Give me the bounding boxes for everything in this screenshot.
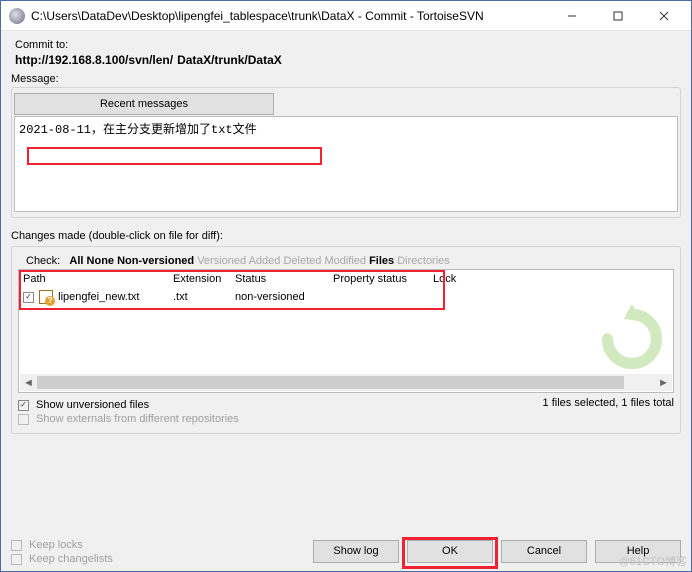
commit-url-prefix: http://192.168.8.100/svn/len/ bbox=[15, 53, 173, 67]
commit-message-input[interactable] bbox=[14, 116, 678, 212]
col-property-status[interactable]: Property status bbox=[329, 273, 429, 285]
titlebar: C:\Users\DataDev\Desktop\lipengfei_table… bbox=[1, 1, 691, 31]
message-label: Message: bbox=[11, 73, 681, 85]
check-filter-row: Check: All None Non-versioned Versioned … bbox=[26, 255, 672, 267]
checkbox-icon bbox=[18, 400, 29, 411]
show-externals-check: Show externals from different repositori… bbox=[18, 413, 239, 425]
file-list-header: Path Extension Status Property status Lo… bbox=[19, 270, 673, 288]
commit-url-suffix: DataX/trunk/DataX bbox=[177, 53, 282, 67]
recent-messages-button[interactable]: Recent messages bbox=[14, 93, 274, 115]
horizontal-scrollbar[interactable]: ◄ ► bbox=[20, 374, 672, 391]
filter-none[interactable]: None bbox=[87, 255, 115, 267]
col-lock[interactable]: Lock bbox=[429, 273, 479, 285]
scroll-right-icon[interactable]: ► bbox=[655, 374, 672, 391]
file-name: lipengfei_new.txt bbox=[58, 291, 139, 303]
check-label: Check: bbox=[26, 255, 60, 267]
footer: Keep locks Keep changelists Show log OK … bbox=[11, 537, 681, 565]
file-ext: .txt bbox=[169, 291, 231, 303]
selection-status: 1 files selected, 1 files total bbox=[543, 397, 674, 409]
cancel-button[interactable]: Cancel bbox=[501, 540, 587, 563]
help-button[interactable]: Help bbox=[595, 540, 681, 563]
keep-changelists-check[interactable]: Keep changelists bbox=[11, 553, 305, 565]
client-area: Commit to: http://192.168.8.100/svn/len/… bbox=[1, 31, 691, 571]
filter-versioned[interactable]: Versioned bbox=[197, 255, 246, 267]
file-status: non-versioned bbox=[231, 291, 329, 303]
window-title: C:\Users\DataDev\Desktop\lipengfei_table… bbox=[31, 9, 549, 23]
commit-to-section: Commit to: http://192.168.8.100/svn/len/… bbox=[11, 39, 681, 67]
filter-all[interactable]: All bbox=[69, 255, 83, 267]
checkbox-icon bbox=[11, 554, 22, 565]
filter-files[interactable]: Files bbox=[369, 255, 394, 267]
tortoise-watermark-icon bbox=[597, 304, 667, 374]
minimize-button[interactable] bbox=[549, 1, 595, 31]
keep-locks-check[interactable]: Keep locks bbox=[11, 539, 305, 551]
changes-group: Check: All None Non-versioned Versioned … bbox=[11, 246, 681, 434]
changes-label: Changes made (double-click on file for d… bbox=[11, 230, 681, 242]
close-button[interactable] bbox=[641, 1, 687, 31]
commit-to-label: Commit to: bbox=[15, 39, 677, 51]
filter-nonversioned[interactable]: Non-versioned bbox=[117, 255, 194, 267]
filter-directories[interactable]: Directories bbox=[397, 255, 450, 267]
maximize-button[interactable] bbox=[595, 1, 641, 31]
app-icon bbox=[9, 8, 25, 24]
show-log-button[interactable]: Show log bbox=[313, 540, 399, 563]
filter-added[interactable]: Added bbox=[249, 255, 281, 267]
commit-dialog-window: C:\Users\DataDev\Desktop\lipengfei_table… bbox=[0, 0, 692, 572]
checkbox-icon bbox=[18, 414, 29, 425]
ok-button[interactable]: OK bbox=[407, 540, 493, 563]
col-path[interactable]: Path bbox=[19, 273, 169, 285]
checkbox-icon bbox=[11, 540, 22, 551]
message-group: Recent messages bbox=[11, 87, 681, 218]
file-icon bbox=[39, 290, 53, 304]
filter-modified[interactable]: Modified bbox=[324, 255, 366, 267]
show-unversioned-check[interactable]: Show unversioned files bbox=[18, 399, 239, 411]
col-extension[interactable]: Extension bbox=[169, 273, 231, 285]
filter-deleted[interactable]: Deleted bbox=[283, 255, 321, 267]
file-checkbox[interactable] bbox=[23, 292, 34, 303]
scroll-left-icon[interactable]: ◄ bbox=[20, 374, 37, 391]
file-list[interactable]: Path Extension Status Property status Lo… bbox=[18, 269, 674, 393]
col-status[interactable]: Status bbox=[231, 273, 329, 285]
file-row[interactable]: lipengfei_new.txt .txt non-versioned bbox=[19, 288, 673, 306]
